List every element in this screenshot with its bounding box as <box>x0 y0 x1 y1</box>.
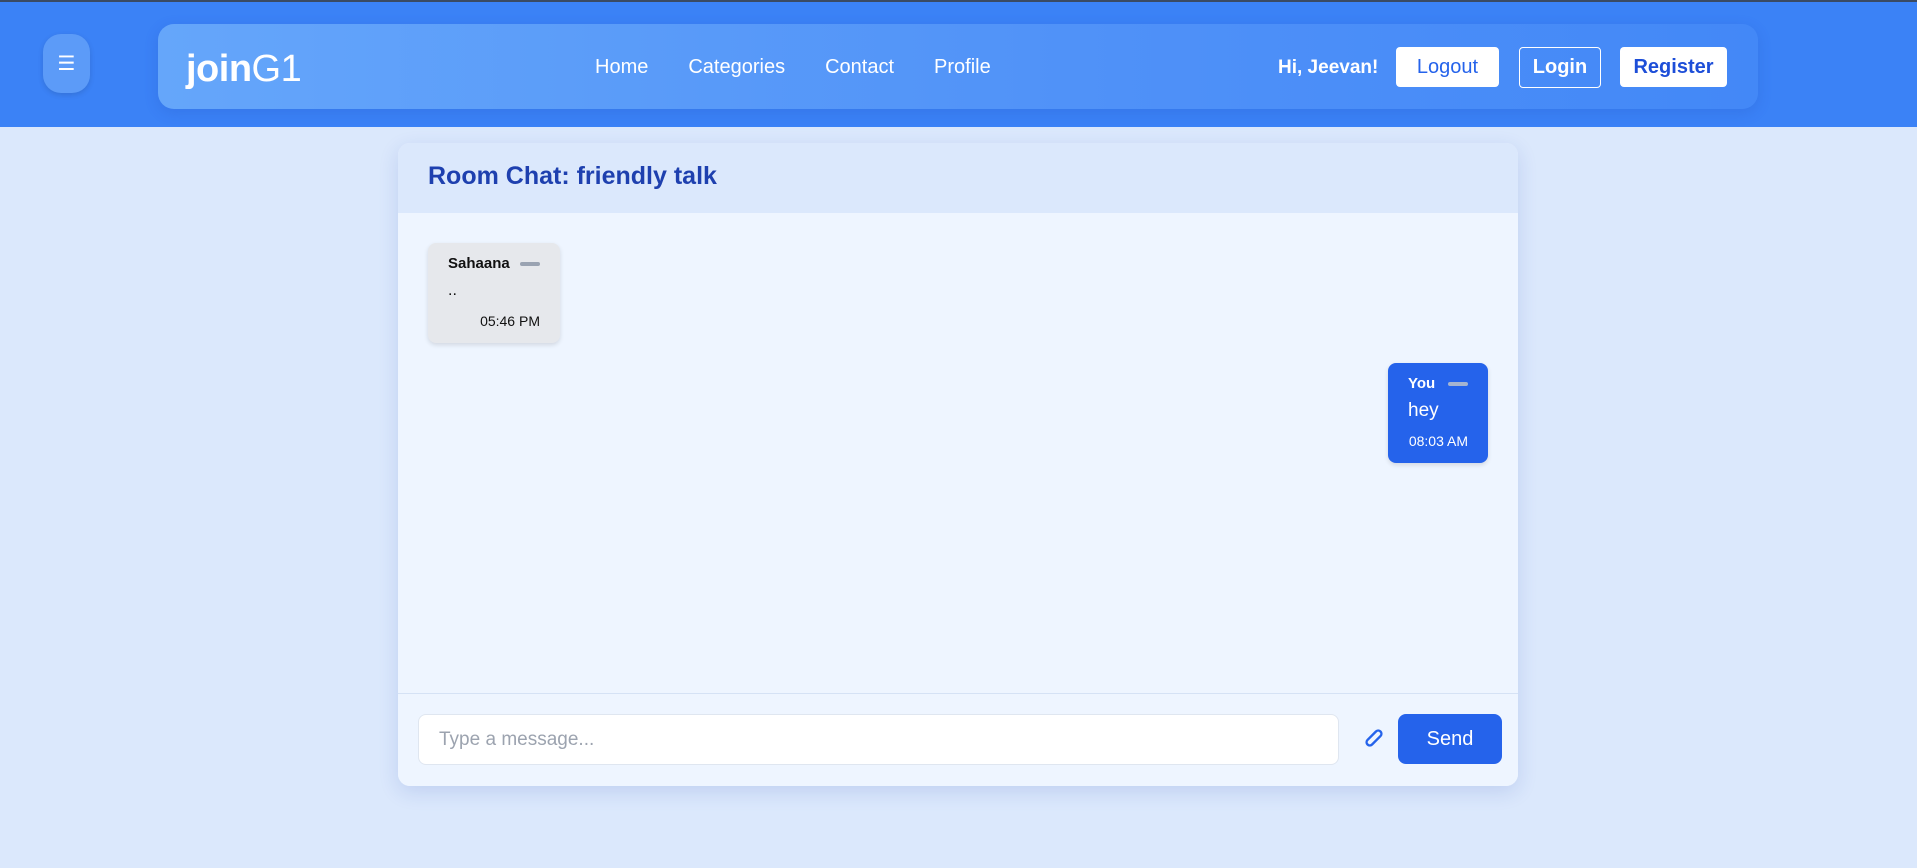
navbar: joinG1 Home Categories Contact Profile H… <box>158 24 1758 109</box>
login-button[interactable]: Login <box>1519 47 1601 88</box>
register-button[interactable]: Register <box>1620 47 1727 87</box>
nav-links: Home Categories Contact Profile <box>595 55 991 79</box>
chat-panel: Room Chat: friendly talk Sahaana .. 05:4… <box>398 143 1518 786</box>
brand-bold-text: join <box>186 48 252 90</box>
paperclip-icon-svg <box>1365 729 1383 747</box>
nav-link-home[interactable]: Home <box>595 55 648 79</box>
message-options-icon[interactable] <box>1448 382 1468 386</box>
send-button[interactable]: Send <box>1398 714 1502 764</box>
chat-header: Room Chat: friendly talk <box>398 143 1518 213</box>
message-sender: Sahaana <box>448 255 510 272</box>
chat-title: Room Chat: friendly talk <box>428 162 717 190</box>
logout-button[interactable]: Logout <box>1396 47 1499 87</box>
message-time: 05:46 PM <box>480 313 540 329</box>
message-text: .. <box>448 282 457 299</box>
nav-link-categories[interactable]: Categories <box>688 55 785 79</box>
message-composer: Send <box>398 693 1518 786</box>
hamburger-menu-button[interactable]: ☰ <box>43 34 90 93</box>
message-bubble-outgoing: You hey 08:03 AM <box>1388 363 1488 463</box>
message-sender: You <box>1408 375 1436 392</box>
message-time: 08:03 AM <box>1408 433 1468 449</box>
user-greeting: Hi, Jeevan! <box>1278 57 1379 78</box>
nav-link-contact[interactable]: Contact <box>825 55 894 79</box>
top-bar: ☰ joinG1 Home Categories Contact Profile… <box>0 0 1917 127</box>
message-options-icon[interactable] <box>520 262 540 266</box>
paperclip-icon[interactable] <box>1360 722 1388 754</box>
menu-icon: ☰ <box>57 53 76 75</box>
message-text: hey <box>1408 400 1439 421</box>
message-bubble-incoming: Sahaana .. 05:46 PM <box>428 243 560 343</box>
brand-light-text: G1 <box>251 48 302 90</box>
message-input[interactable] <box>418 714 1339 765</box>
nav-link-profile[interactable]: Profile <box>934 55 991 79</box>
brand-logo[interactable]: joinG1 <box>186 48 302 90</box>
